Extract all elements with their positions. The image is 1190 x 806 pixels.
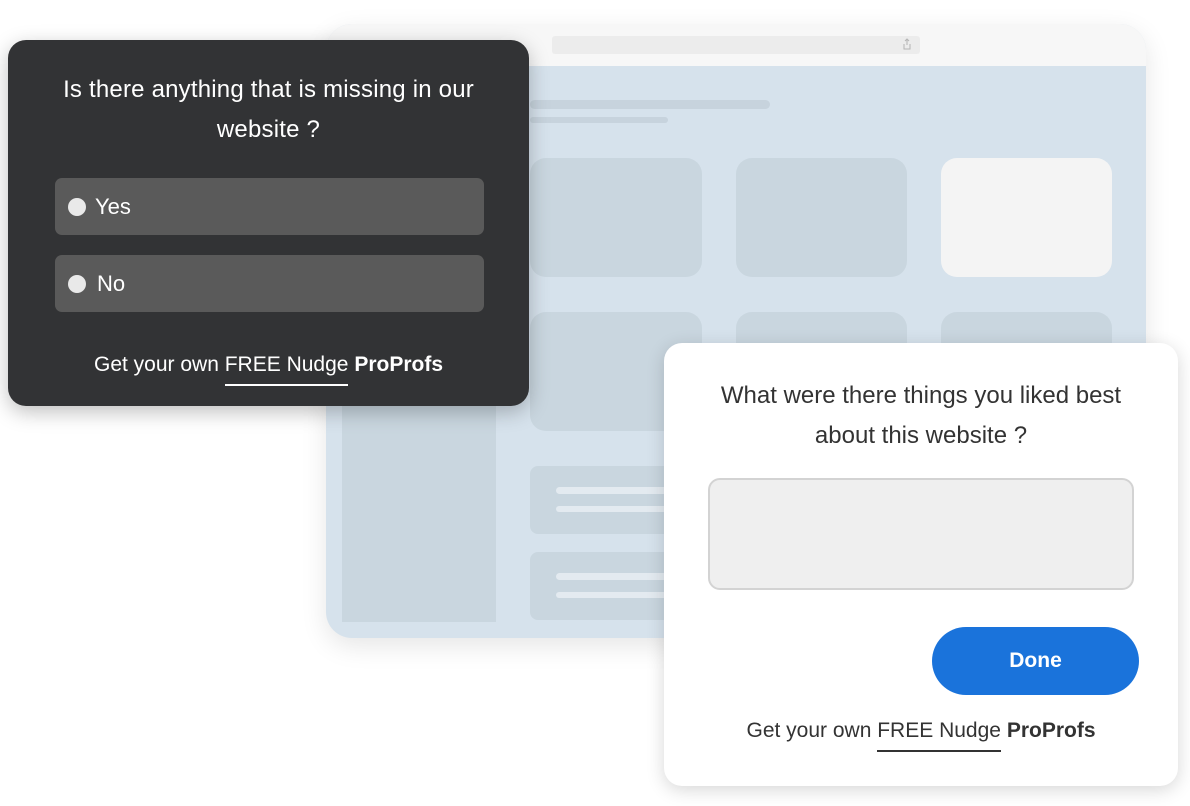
share-icon[interactable] bbox=[902, 38, 912, 50]
liked-best-survey-popup: What were there things you liked best ab… bbox=[664, 343, 1178, 786]
survey-question: Is there anything that is missing in our… bbox=[63, 76, 474, 143]
answer-textarea[interactable] bbox=[708, 478, 1134, 590]
option-yes[interactable]: Yes bbox=[55, 178, 484, 235]
skeleton-sidebar bbox=[342, 404, 496, 622]
footer-prefix: Get your own bbox=[94, 353, 225, 376]
brand-name: ProProfs bbox=[1006, 719, 1096, 742]
survey-footer: Get your own FREE Nudge ProProfs bbox=[8, 350, 529, 386]
free-nudge-link[interactable]: FREE Nudge bbox=[224, 350, 348, 386]
option-label: No bbox=[97, 271, 126, 296]
skeleton-card bbox=[530, 158, 702, 277]
skeleton-subheading-line bbox=[530, 117, 668, 123]
free-nudge-link[interactable]: FREE Nudge bbox=[877, 716, 1001, 752]
brand-name: ProProfs bbox=[354, 353, 443, 376]
missing-feature-survey-popup: Is there anything that is missing in our… bbox=[8, 40, 529, 406]
skeleton-card-highlight bbox=[941, 158, 1112, 277]
done-button[interactable]: Done bbox=[932, 627, 1139, 695]
skeleton-card bbox=[736, 158, 907, 277]
skeleton-heading-line bbox=[530, 100, 770, 109]
address-bar[interactable] bbox=[552, 36, 920, 54]
survey-footer: Get your own FREE Nudge ProProfs bbox=[664, 716, 1178, 752]
option-label: Yes bbox=[95, 194, 131, 219]
radio-circle-icon[interactable] bbox=[68, 198, 86, 216]
radio-circle-icon[interactable] bbox=[68, 275, 86, 293]
option-no[interactable]: No bbox=[55, 255, 484, 312]
survey-question: What were there things you liked best ab… bbox=[720, 382, 1122, 449]
footer-prefix: Get your own bbox=[746, 719, 878, 742]
